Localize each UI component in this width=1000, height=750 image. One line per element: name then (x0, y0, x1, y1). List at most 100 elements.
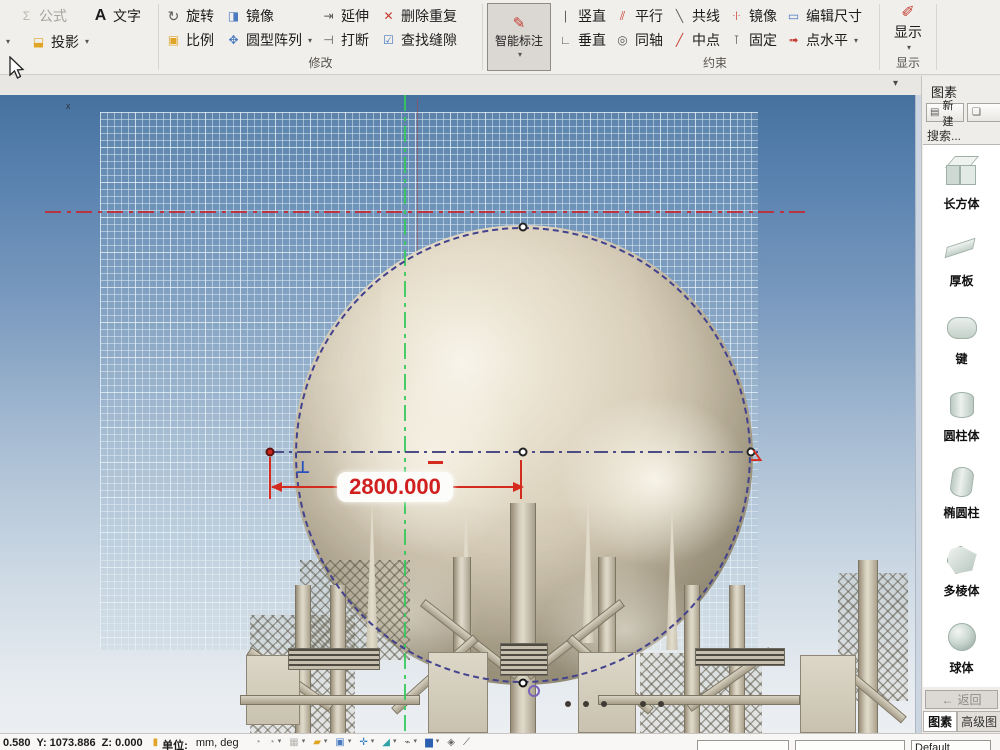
collinear-constraint-icon: ╲ (671, 8, 688, 24)
mirror-icon: ◨ (225, 8, 242, 24)
find-gap-button[interactable]: ☑ 查找缝隙 (380, 30, 476, 50)
bolt (658, 701, 664, 707)
list-item-elliptical-cylinder[interactable]: 椭圆柱 (923, 455, 1000, 532)
flanged-beam (288, 648, 380, 670)
snap-icon[interactable]: ◈ (447, 737, 455, 748)
handle-point-bottom[interactable] (519, 679, 528, 688)
new-button[interactable]: ▤ 新建 (926, 103, 964, 122)
perpendicular-symbol: ⊥ (295, 458, 311, 478)
fixed-constraint-icon: ⊺ (728, 32, 745, 48)
circular-array-icon: ✥ (225, 32, 242, 48)
point-horizontal-button[interactable]: ➟ 点水平 ▾ (785, 30, 873, 50)
selection-type-dropdown[interactable] (795, 740, 905, 750)
snap-icon[interactable]: ⌁ (405, 737, 411, 748)
perpendicular-constraint-icon: ∟ (557, 32, 574, 48)
break-button[interactable]: ⊣ 打断 (320, 30, 380, 50)
smart-dimension-button[interactable]: ✎ 智能标注 ▾ (487, 3, 551, 71)
perpendicular-constraint-button[interactable]: ∟ 垂直 (557, 30, 614, 50)
horizontal-beam (598, 695, 800, 705)
style-dropdown[interactable]: Default (911, 740, 991, 750)
vertical-constraint-button[interactable]: ∣ 竖直 (557, 6, 614, 26)
bolt (565, 701, 571, 707)
snap-icon[interactable]: ◢ (382, 737, 390, 748)
construction-line-horizontal[interactable] (45, 211, 807, 213)
list-item-sphere[interactable]: 球体 (923, 610, 1000, 687)
tab-primitives[interactable]: 图素 (923, 711, 957, 732)
snap-icon[interactable]: ◔ (269, 737, 275, 748)
fixed-constraint-button[interactable]: ⊺ 固定 (728, 30, 785, 50)
open-part-button-clipped[interactable]: ❏ (967, 103, 1000, 122)
mirror-button[interactable]: ◨ 镜像 (225, 6, 320, 26)
cursor-coordinates: 0.580 Y: 1073.886 Z: 0.000 (3, 737, 143, 749)
point-horizontal-icon: ➟ (785, 32, 802, 48)
formula-button[interactable]: Σ 公式 (18, 6, 78, 26)
search-input[interactable]: 搜索... (927, 127, 961, 144)
snap-icon[interactable]: ▣ (335, 737, 344, 748)
rotate-icon: ↻ (165, 8, 182, 24)
list-item-cylinder[interactable]: 圆柱体 (923, 377, 1000, 454)
ribbon-group-constraints: ∣ 竖直 ⫽ 平行 ╲ 共线 ·|· 镜像 ▭ 编辑尺寸 (553, 0, 877, 74)
sketch-point-left[interactable] (266, 448, 275, 457)
support-box (800, 655, 856, 733)
snap-icon[interactable]: ⟋ (463, 737, 470, 748)
text-button[interactable]: A 文字 (92, 6, 152, 26)
units-value[interactable]: mm, deg (196, 737, 239, 749)
delete-duplicate-button[interactable]: ✕ 删除重复 (380, 6, 476, 26)
display-button[interactable]: 显示 (894, 22, 922, 42)
list-item-thick-plate[interactable]: 厚板 (923, 222, 1000, 299)
chevron-down-icon: ▾ (6, 37, 10, 46)
extend-button[interactable]: ⇥ 延伸 (320, 6, 380, 26)
list-item-polyhedron[interactable]: 多棱体 (923, 532, 1000, 609)
3d-viewport[interactable]: x (0, 95, 915, 733)
snap-icon[interactable]: ▆ (425, 737, 433, 748)
midpoint-constraint-button[interactable]: ╱ 中点 (671, 30, 728, 50)
tab-advanced[interactable]: 高级图 (957, 711, 1000, 732)
selection-filter-dropdown[interactable] (697, 740, 789, 750)
slot-button-clipped[interactable]: ▾ (4, 37, 20, 46)
edit-dimension-button[interactable]: ▭ 编辑尺寸 (785, 6, 873, 26)
back-button[interactable]: ← 返回 (925, 690, 998, 709)
coaxial-constraint-button[interactable]: ◎ 同轴 (614, 30, 671, 50)
display-icon: ✐ (900, 5, 917, 21)
centerline-horizontal[interactable] (270, 451, 758, 453)
handle-point-top[interactable] (519, 223, 528, 232)
bolt (601, 701, 607, 707)
handle-point-center[interactable] (519, 448, 528, 457)
key-icon (943, 311, 981, 345)
thick-plate-icon (943, 233, 981, 267)
smart-dimension-icon: ✎ (511, 15, 528, 31)
coaxial-constraint-icon: ◎ (614, 32, 631, 48)
constraints-group-label: 约束 (557, 53, 873, 73)
mirror-constraint-button[interactable]: ·|· 镜像 (728, 6, 785, 26)
parallel-constraint-button[interactable]: ⫽ 平行 (614, 6, 671, 26)
projection-icon: ⬓ (30, 34, 47, 50)
collinear-constraint-button[interactable]: ╲ 共线 (671, 6, 728, 26)
formula-icon: Σ (18, 8, 35, 24)
ribbon-separator (482, 4, 483, 70)
vertical-constraint-icon: ∣ (557, 8, 574, 24)
list-item-key[interactable]: 键 (923, 300, 1000, 377)
dimension-extension-line (520, 460, 522, 499)
break-icon: ⊣ (320, 32, 337, 48)
flanged-beam (695, 648, 785, 666)
snap-icon[interactable]: ◔ (255, 737, 261, 748)
rotate-button[interactable]: ↻ 旋转 (165, 6, 225, 26)
snap-icon[interactable]: ▦ (289, 737, 298, 748)
minus-marker (428, 461, 443, 464)
axis-marker: x (66, 101, 71, 111)
viewport-chevron-down-icon[interactable]: ▾ (893, 78, 898, 89)
status-bar: 0.580 Y: 1073.886 Z: 0.000 ▮ 单位: mm, deg… (0, 733, 1000, 750)
parallel-constraint-icon: ⫽ (614, 8, 631, 24)
cylinder-icon (943, 388, 981, 422)
snap-icon[interactable]: ✛ (359, 737, 367, 748)
ribbon-group-modify: ↻ 旋转 ◨ 镜像 ⇥ 延伸 ✕ 删除重复 ▣ (161, 0, 480, 74)
chevron-down-icon: ▾ (518, 50, 522, 59)
dimension-extension-line (269, 457, 271, 499)
list-item-cuboid[interactable]: 长方体 (923, 145, 1000, 222)
bolt (640, 701, 646, 707)
circular-array-button[interactable]: ✥ 圆型阵列 ▾ (225, 30, 320, 50)
snap-icon[interactable]: ▰ (313, 737, 321, 748)
scale-button[interactable]: ▣ 比例 (165, 30, 225, 50)
projection-button[interactable]: ⬓ 投影 ▾ (30, 32, 89, 52)
dimension-value-label[interactable]: 2800.000 (337, 472, 453, 502)
